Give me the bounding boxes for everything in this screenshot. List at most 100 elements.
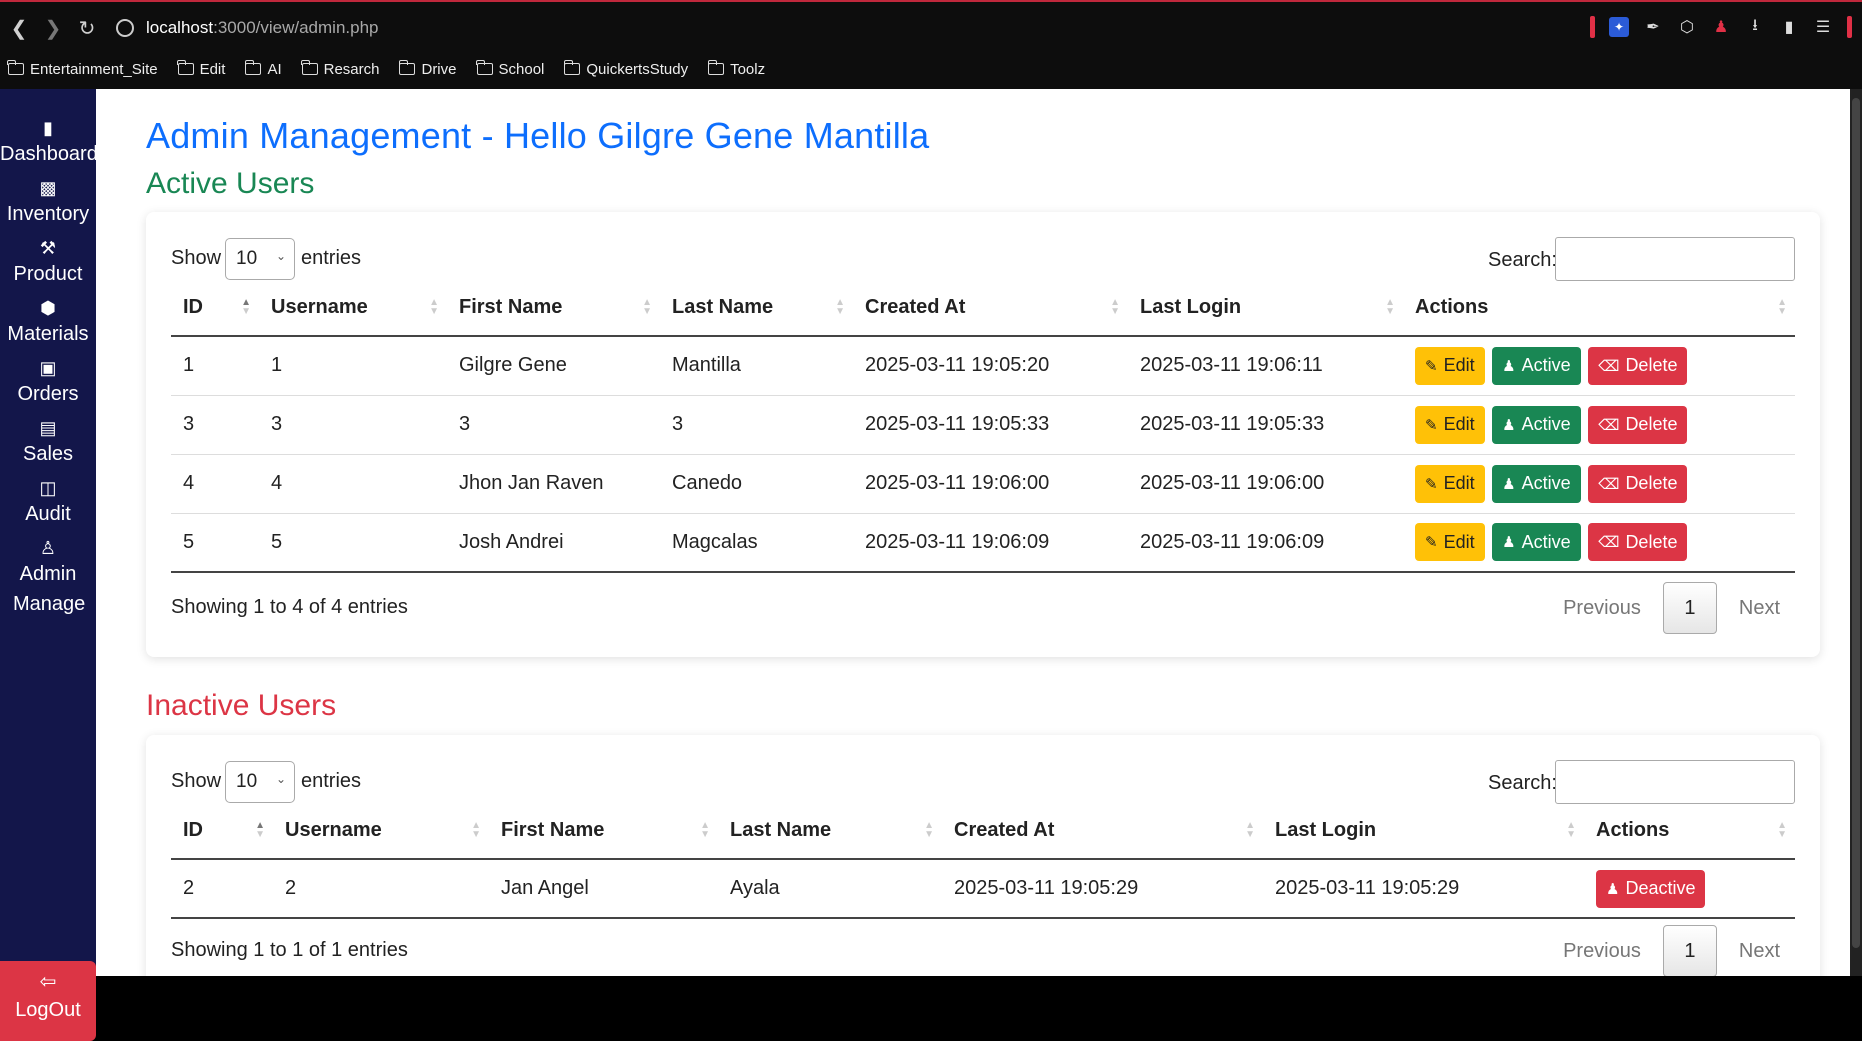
next-button[interactable]: Next <box>1739 597 1780 620</box>
edit-button[interactable]: ✎ Edit <box>1415 405 1485 444</box>
column-header-id[interactable]: ID ▲ ▼ <box>171 280 259 337</box>
edit-button[interactable]: ✎ Edit <box>1415 346 1485 385</box>
active-button[interactable]: ♟ Active <box>1492 346 1581 385</box>
cell-first-name: 3 <box>447 395 660 455</box>
active-button[interactable]: ♟ Active <box>1492 523 1581 562</box>
bookmark-folder[interactable]: Entertainment_Site <box>7 60 158 78</box>
sidebar-item-sales[interactable]: ▤ Sales <box>0 417 96 469</box>
reload-icon[interactable]: ↻ <box>70 11 104 45</box>
sort-icon: ▲ ▼ <box>835 297 845 317</box>
sidebar-item-label: Product <box>13 263 83 285</box>
search-input[interactable] <box>1555 237 1795 281</box>
sidebar-item-dashboard[interactable]: ▮ Dashboard <box>0 117 98 169</box>
cell-last-login: 2025-03-11 19:05:33 <box>1128 395 1403 455</box>
table-info: Showing 1 to 4 of 4 entries <box>171 596 408 618</box>
column-header-last-name[interactable]: Last Name ▲ ▼ <box>660 280 853 337</box>
table-info: Showing 1 to 1 of 1 entries <box>171 939 408 961</box>
folder-icon <box>398 60 416 75</box>
bookmark-folder[interactable]: School <box>475 60 544 78</box>
column-header-username[interactable]: Username ▲ ▼ <box>259 280 447 337</box>
edit-button[interactable]: ✎ Edit <box>1415 464 1485 503</box>
previous-button[interactable]: Previous <box>1563 597 1641 620</box>
sort-icon: ▲ ▼ <box>1385 297 1395 317</box>
trash-icon: ⌫ <box>1598 475 1620 493</box>
bookmark-folder[interactable]: Resarch <box>301 60 379 78</box>
column-header-actions[interactable]: Actions ▲ ▼ <box>1403 280 1795 337</box>
column-header-last-login[interactable]: Last Login ▲ ▼ <box>1128 280 1403 337</box>
download-icon[interactable]: ⭳ <box>1745 17 1765 37</box>
sidebar-item-materials[interactable]: ⬢ Materials <box>0 297 96 349</box>
translate-extension-icon[interactable]: ✦ <box>1609 17 1629 37</box>
page-1-button[interactable]: 1 <box>1662 925 1717 976</box>
address-bar[interactable]: localhost:3000/view/admin.php <box>116 18 379 38</box>
logout-icon: ⇦ <box>39 971 57 993</box>
entries-label: entries <box>301 247 362 269</box>
entries-select[interactable]: 10 ⌄ <box>225 761 295 803</box>
column-header-last-login[interactable]: Last Login ▲ ▼ <box>1263 803 1584 860</box>
inactive-users-card: Show 10 ⌄ entries Search: ID ▲ ▼ Username ▲… <box>146 735 1820 976</box>
battery-icon[interactable]: ▮ <box>1779 17 1799 37</box>
forward-icon[interactable]: ❯ <box>36 11 70 45</box>
sidebar-item-audit[interactable]: ◫ Audit <box>0 477 96 529</box>
cell-created-at: 2025-03-11 19:05:29 <box>942 859 1263 919</box>
cell-id: 2 <box>171 859 273 919</box>
cell-id: 1 <box>171 336 259 396</box>
active-users-heading: Active Users <box>146 167 315 200</box>
sidebar-item-label: Admin Manage <box>13 563 86 615</box>
search-label: Search: <box>1488 772 1557 794</box>
delete-button[interactable]: ⌫ Delete <box>1588 346 1688 385</box>
active-button[interactable]: ♟ Active <box>1492 405 1581 444</box>
column-header-first-name[interactable]: First Name ▲ ▼ <box>489 803 718 860</box>
folder-icon <box>244 60 262 75</box>
chevron-down-icon: ⌄ <box>275 772 286 786</box>
red-extension-icon[interactable] <box>1590 16 1595 38</box>
cell-created-at: 2025-03-11 19:05:20 <box>853 336 1128 396</box>
cell-actions: ✎ Edit ♟ Active ⌫ Delete <box>1403 513 1795 573</box>
scrollbar-thumb[interactable] <box>1852 98 1860 948</box>
trash-icon: ⌫ <box>1598 416 1620 434</box>
sort-icon: ▲ ▼ <box>1777 297 1787 317</box>
profile-extension-icon[interactable]: ♟ <box>1711 17 1731 37</box>
entries-select[interactable]: 10 ⌄ <box>225 238 295 280</box>
column-header-created-at[interactable]: Created At ▲ ▼ <box>942 803 1263 860</box>
table-header-row: ID ▲ ▼ Username ▲ ▼ First Name ▲ ▼ Last Name ▲ ▼… <box>171 280 1795 337</box>
cube-extension-icon[interactable]: ⬡ <box>1677 17 1697 37</box>
sidebar-toggle-icon[interactable] <box>1847 16 1852 38</box>
previous-button[interactable]: Previous <box>1563 940 1641 963</box>
cell-id: 5 <box>171 513 259 573</box>
bookmark-folder[interactable]: Toolz <box>707 60 765 78</box>
sidebar-item-product[interactable]: ⚒ Product <box>0 237 96 289</box>
next-button[interactable]: Next <box>1739 940 1780 963</box>
sidebar-item-admin-manage[interactable]: ♙ Admin Manage <box>0 537 96 619</box>
search-input[interactable] <box>1555 760 1795 804</box>
delete-button[interactable]: ⌫ Delete <box>1588 523 1688 562</box>
bookmark-folder[interactable]: AI <box>244 60 282 78</box>
page-1-button[interactable]: 1 <box>1662 582 1717 634</box>
receipt-icon: ▤ <box>39 418 57 438</box>
menu-icon[interactable]: ☰ <box>1813 17 1833 37</box>
sidebar-item-inventory[interactable]: ▩ Inventory <box>0 177 96 229</box>
sort-icon: ▲ ▼ <box>924 820 934 840</box>
cell-actions: ♟ Deactive <box>1584 859 1795 919</box>
pen-extension-icon[interactable]: ✒ <box>1643 17 1663 37</box>
bookmark-folder[interactable]: Drive <box>398 60 457 78</box>
bookmark-folder[interactable]: Edit <box>176 60 225 78</box>
column-header-id[interactable]: ID ▲ ▼ <box>171 803 273 860</box>
sidebar-item-orders[interactable]: ▣ Orders <box>0 357 96 409</box>
cell-last-name: Magcalas <box>660 513 853 573</box>
delete-button[interactable]: ⌫ Delete <box>1588 405 1688 444</box>
active-button[interactable]: ♟ Active <box>1492 464 1581 503</box>
edit-button[interactable]: ✎ Edit <box>1415 523 1485 562</box>
cell-first-name: Jan Angel <box>489 859 718 919</box>
back-icon[interactable]: ❮ <box>2 11 36 45</box>
column-header-actions[interactable]: Actions ▲ ▼ <box>1584 803 1795 860</box>
delete-button[interactable]: ⌫ Delete <box>1588 464 1688 503</box>
column-header-first-name[interactable]: First Name ▲ ▼ <box>447 280 660 337</box>
sort-icon: ▲ ▼ <box>255 820 265 840</box>
column-header-created-at[interactable]: Created At ▲ ▼ <box>853 280 1128 337</box>
bookmark-folder[interactable]: QuickertsStudy <box>563 60 688 78</box>
column-header-username[interactable]: Username ▲ ▼ <box>273 803 489 860</box>
logout-button[interactable]: ⇦ LogOut <box>0 961 96 1041</box>
column-header-last-name[interactable]: Last Name ▲ ▼ <box>718 803 942 860</box>
deactive-button[interactable]: ♟ Deactive <box>1596 869 1706 908</box>
